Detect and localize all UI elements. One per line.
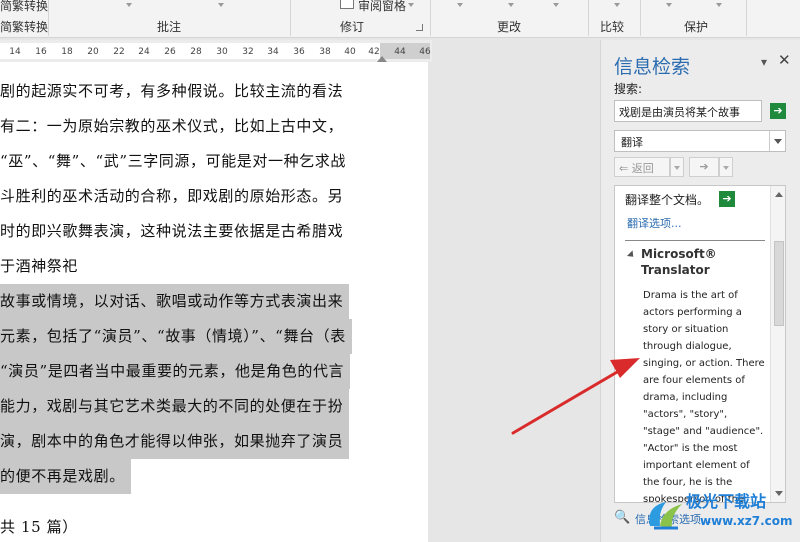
chevron-down-icon [508, 3, 514, 7]
chevron-down-icon [126, 3, 132, 7]
ruler-tick: 36 [293, 47, 305, 57]
forward-button[interactable]: ➔ [689, 157, 719, 177]
document-line: 时的即兴歌舞表演，这种说法主要依据是古希腊戏 [0, 222, 344, 240]
watermark-url: www.xz7.com [700, 514, 793, 528]
scroll-up-icon[interactable] [775, 192, 783, 197]
service-select[interactable]: 翻译 [614, 130, 786, 152]
group-label-comments: 批注 [157, 20, 182, 34]
ruler-tick: 24 [138, 47, 150, 57]
results-panel: 翻译整个文档。 ➔ 翻译选项... Microsoft® Translator … [614, 185, 786, 503]
chevron-down-icon [408, 3, 414, 7]
dialog-launcher-icon[interactable] [416, 24, 423, 31]
ruler-tick: 44 [394, 47, 406, 57]
translate-go-button[interactable]: ➔ [719, 191, 735, 207]
group-label-changes: 更改 [497, 20, 522, 34]
horizontal-ruler[interactable]: 14 16 18 20 22 24 26 28 30 32 34 36 38 4… [0, 40, 432, 62]
forward-dropdown[interactable] [719, 157, 733, 177]
ribbon-divider [290, 0, 291, 36]
close-icon[interactable]: ✕ [778, 51, 791, 69]
ruler-tick: 28 [190, 47, 202, 57]
chevron-down-icon [716, 3, 722, 7]
document-page[interactable]: 剧的起源实不可考，有多种假说。比较主流的看法 有二：一为原始宗教的巫术仪式，比如… [0, 62, 428, 542]
selected-document-line: 故事或情境，以对话、歌唱或动作等方式表演出来 [0, 284, 350, 319]
selected-document-line: 能力，戏剧与其它艺术类最大的不同的处便在于扮 [0, 389, 350, 424]
selected-document-line: 演，剧本中的角色才能得以伸张，如果抛弃了演员 [0, 424, 350, 459]
simplified-traditional-label: 简繁转换 [0, 20, 49, 34]
selected-document-line: 元素，包括了“演员”、“故事（情境）”、“舞台（表 [0, 319, 352, 354]
divider [625, 240, 765, 241]
ribbon-divider [48, 0, 49, 36]
ruler-tick: 46 [419, 47, 431, 57]
group-label-protect: 保护 [684, 20, 709, 34]
chevron-down-icon [666, 3, 672, 7]
ribbon-divider [746, 0, 747, 36]
ruler-tick: 38 [319, 47, 331, 57]
ruler-tick: 20 [87, 47, 99, 57]
review-pane-button[interactable]: 审阅窗格 [358, 0, 406, 14]
ruler-tick: 16 [35, 47, 47, 57]
ruler-tick: 40 [344, 47, 356, 57]
ruler-tick: 32 [242, 47, 254, 57]
ruler-tick: 26 [164, 47, 176, 57]
group-label-tracking: 修订 [340, 20, 365, 34]
document-line: 斗胜利的巫术活动的合称，即戏剧的原始形态。另 [0, 187, 344, 205]
document-line: 共 15 篇） [0, 518, 78, 536]
group-label-compare: 比较 [600, 20, 625, 34]
pane-title: 信息检索 [614, 56, 691, 78]
search-input[interactable]: 戏剧是由演员将某个故事 [614, 100, 762, 122]
watermark-logo-icon [649, 502, 682, 530]
review-pane-icon [340, 0, 354, 9]
document-line: 剧的起源实不可考，有多种假说。比较主流的看法 [0, 82, 344, 100]
ribbon-divider [430, 0, 431, 36]
collapse-triangle-icon[interactable] [626, 250, 637, 260]
document-line: 于酒神祭祀 [0, 257, 79, 275]
ruler-tick: 30 [216, 47, 228, 57]
scroll-thumb[interactable] [774, 241, 784, 326]
research-options-icon: 🔍 [614, 510, 631, 525]
ribbon: 简繁转换 简繁转换 批注 审阅窗格 修订 更改 比较 保护 [0, 0, 800, 38]
watermark: 极光下载站 www.xz7.com [642, 488, 798, 540]
chevron-down-icon [457, 3, 463, 7]
selected-document-line: 的便不再是戏剧。 [0, 459, 131, 494]
translation-result: Drama is the art of actors performing a … [643, 290, 765, 503]
back-dropdown[interactable] [670, 157, 684, 177]
research-task-pane: 信息检索 ▾ ✕ 搜索: 戏剧是由演员将某个故事 ➔ 翻译 ⇐ 返回 ➔ 翻译整… [600, 40, 800, 542]
translate-document-label[interactable]: 翻译整个文档。 [625, 191, 709, 208]
document-line: “巫”、“舞”、“武”三字同源，可能是对一种乞求战 [0, 152, 347, 170]
chevron-down-icon [553, 3, 559, 7]
ruler-tick: 34 [267, 47, 279, 57]
service-select-value: 翻译 [621, 136, 643, 149]
watermark-title: 极光下载站 [686, 492, 767, 511]
chevron-down-icon [218, 3, 224, 7]
ruler-tick: 18 [61, 47, 73, 57]
ribbon-divider [588, 0, 589, 36]
search-label: 搜索: [614, 82, 643, 96]
ruler-tick: 14 [9, 47, 21, 57]
back-button[interactable]: ⇐ 返回 [614, 157, 670, 177]
simplified-traditional-button[interactable]: 简繁转换 [0, 0, 48, 14]
selected-document-line: “演员”是四者当中最重要的元素，他是角色的代言 [0, 354, 351, 389]
ribbon-divider [640, 0, 641, 36]
search-go-button[interactable]: ➔ [770, 103, 786, 119]
document-line: 有二：一为原始宗教的巫术仪式，比如上古中文， [0, 117, 344, 135]
results-scrollbar[interactable] [770, 186, 785, 502]
translate-options-link[interactable]: 翻译选项... [627, 215, 682, 231]
translator-title: Microsoft® Translator [641, 247, 717, 277]
chevron-down-icon [614, 3, 620, 7]
chevron-down-icon[interactable] [769, 131, 785, 151]
ruler-tick: 22 [113, 47, 125, 57]
pane-options-icon[interactable]: ▾ [761, 55, 767, 69]
